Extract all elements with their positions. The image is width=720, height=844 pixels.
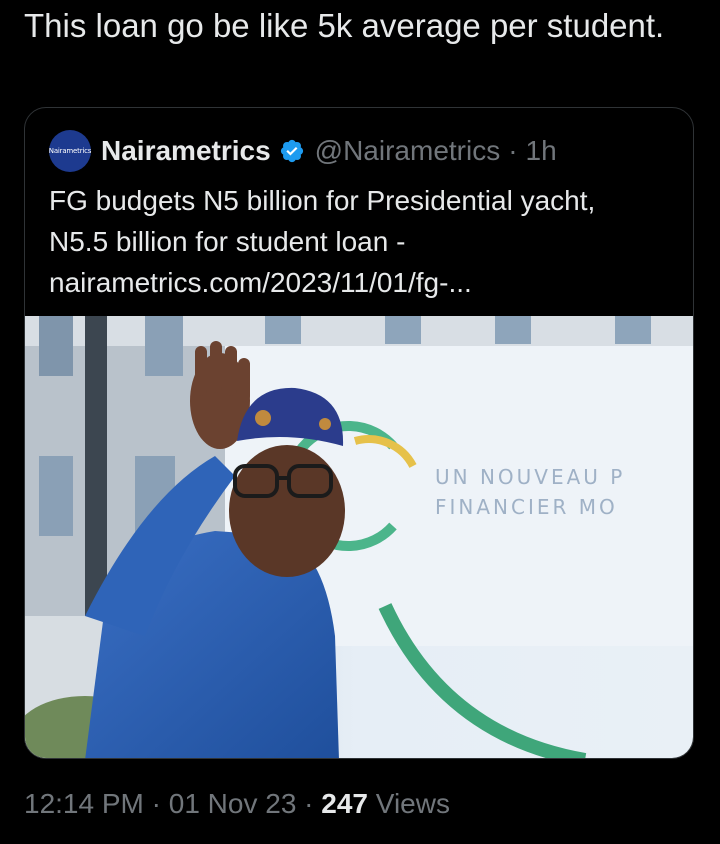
- sign-text: FINANCIER MO: [435, 495, 618, 519]
- nairametrics-logo: Nairametrics: [48, 147, 92, 155]
- display-name[interactable]: Nairametrics: [101, 135, 271, 167]
- post-time[interactable]: 12:14 PM: [24, 788, 144, 819]
- verified-badge-icon: [280, 139, 303, 163]
- post-date[interactable]: 01 Nov 23: [169, 788, 297, 819]
- handle[interactable]: @Nairametrics: [315, 135, 501, 167]
- views-count: 247: [321, 788, 368, 819]
- sign-text: UN NOUVEAU P: [435, 465, 625, 489]
- quoted-tweet-card[interactable]: Nairametrics Nairametrics @Nairametrics …: [24, 107, 694, 759]
- post-time[interactable]: 1h: [526, 135, 557, 167]
- photo-man-waving: UN NOUVEAU P FINANCIER MO: [25, 316, 693, 758]
- avatar[interactable]: Nairametrics: [49, 130, 91, 172]
- quoted-tweet-image[interactable]: UN NOUVEAU P FINANCIER MO: [25, 316, 693, 758]
- quoted-tweet-link[interactable]: nairametrics.com/2023/11/01/fg-...: [49, 262, 679, 303]
- quoted-tweet-line: N5.5 billion for student loan -: [49, 226, 406, 257]
- tweet-text: This loan go be like 5k average per stud…: [24, 7, 665, 44]
- separator-dot: ·: [508, 135, 518, 166]
- tweet-meta: 12:14 PM · 01 Nov 23 · 247 Views: [24, 788, 450, 820]
- quoted-tweet-header: Nairametrics Nairametrics @Nairametrics …: [49, 130, 557, 172]
- separator-dot: ·: [304, 788, 314, 819]
- quoted-tweet-text: FG budgets N5 billion for Presidential y…: [49, 180, 679, 303]
- separator-dot: ·: [151, 788, 161, 819]
- quoted-tweet-line: FG budgets N5 billion for Presidential y…: [49, 185, 596, 216]
- views-label: Views: [375, 788, 450, 819]
